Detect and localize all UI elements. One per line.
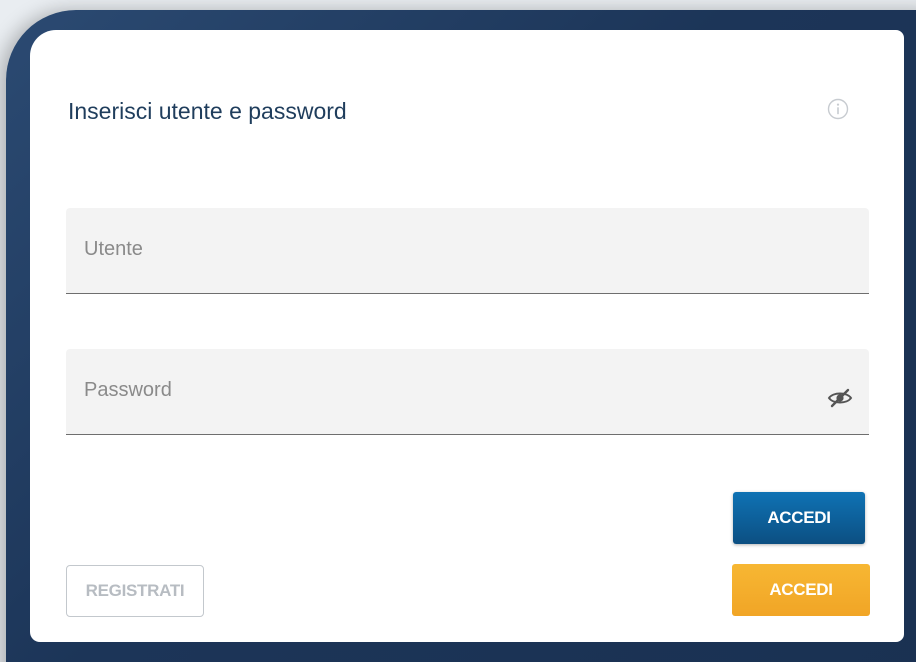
password-field-container <box>66 349 869 435</box>
app-frame: Inserisci utente e password ACCEDI ACCED… <box>0 0 916 662</box>
password-input[interactable] <box>66 349 869 434</box>
register-button[interactable]: REGISTRATI <box>66 565 204 617</box>
username-input[interactable] <box>66 208 869 293</box>
page-title: Inserisci utente e password <box>68 98 347 124</box>
username-field-container <box>66 208 869 294</box>
login-card: Inserisci utente e password ACCEDI ACCED… <box>30 30 904 642</box>
login-button-secondary[interactable]: ACCEDI <box>732 564 870 616</box>
info-circle-icon[interactable] <box>827 98 849 120</box>
login-button[interactable]: ACCEDI <box>733 492 865 544</box>
eye-slash-icon[interactable] <box>827 385 853 411</box>
